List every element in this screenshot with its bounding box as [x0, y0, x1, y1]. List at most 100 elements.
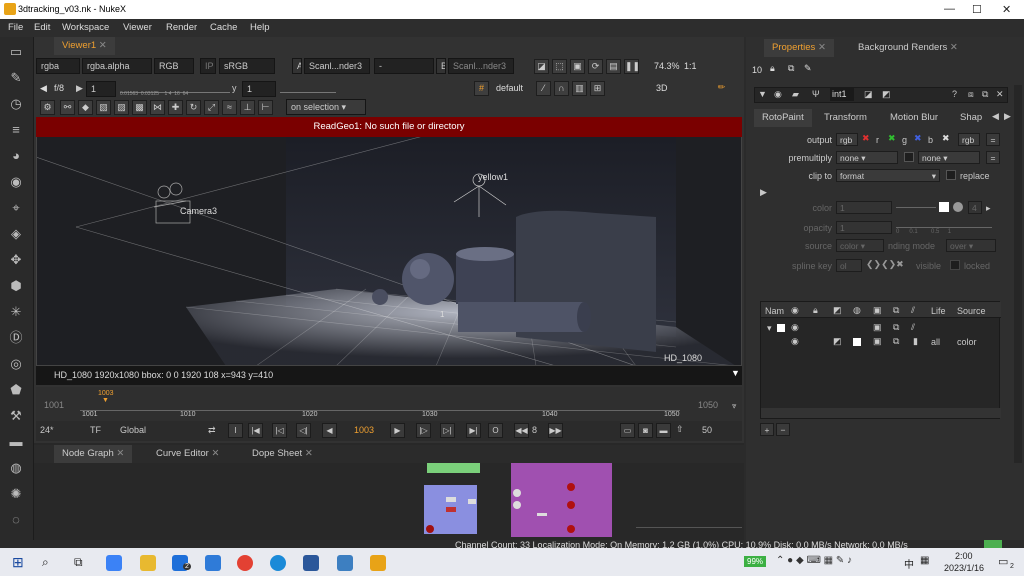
lut-select[interactable]: sRGB	[219, 58, 275, 74]
restore-icon[interactable]: ⧈	[968, 89, 974, 100]
tab-dope-sheet[interactable]: Dope Sheet ✕	[244, 445, 321, 463]
gamma-slider[interactable]	[280, 85, 336, 93]
skip-forward-button[interactable]: ▶▶	[548, 423, 563, 438]
color-channels-count[interactable]: 4	[968, 201, 982, 214]
task-view-icon[interactable]: ⧉	[74, 555, 83, 570]
tray-icons[interactable]: ⌃ ● ◆ ⌨ ▦ ✎ ♪	[776, 555, 852, 566]
tab-node-graph[interactable]: Node Graph ✕	[54, 445, 133, 463]
col-visible-eye-icon[interactable]: ◉	[791, 305, 799, 316]
skip-back-button[interactable]: ◀◀	[514, 423, 529, 438]
info-dropdown-icon[interactable]: ▼	[731, 368, 740, 378]
color-slider[interactable]	[896, 207, 936, 208]
play-forward-button[interactable]: ▶	[390, 423, 405, 438]
col-motion-icon[interactable]: ⫽	[911, 305, 915, 316]
frame-arrow[interactable]: ▶	[76, 83, 83, 94]
in-point-button[interactable]: I	[228, 423, 243, 438]
snap-icon[interactable]: ⋈	[150, 100, 165, 115]
edge-icon[interactable]	[270, 555, 286, 571]
shape-blend-icon[interactable]: ⧉	[893, 336, 899, 347]
tab-transform[interactable]: Transform	[816, 109, 875, 127]
draw-icon[interactable]: ✎	[7, 69, 25, 87]
refresh-icon[interactable]: ⟳	[588, 59, 603, 74]
layer-table-scrollbar[interactable]	[761, 408, 1001, 418]
opacity-slider[interactable]	[896, 227, 992, 228]
photos-icon[interactable]	[337, 555, 353, 571]
tab-properties[interactable]: Properties ✕	[764, 39, 834, 57]
toolsets-icon[interactable]: ⚒	[7, 407, 25, 425]
col-shape-icon[interactable]: ◩	[833, 305, 842, 316]
start-icon[interactable]: ⊞	[12, 554, 24, 571]
node-mask-icon[interactable]: Ψ	[812, 89, 820, 99]
ime-indicator[interactable]: 中	[904, 556, 914, 571]
prev-keyframe-button[interactable]: |◁	[272, 423, 287, 438]
scope-icon[interactable]: ⊞	[590, 81, 605, 96]
col-life[interactable]: Life	[931, 306, 946, 316]
select-object-icon[interactable]: ▩	[132, 100, 147, 115]
green-channel-icon[interactable]: ✖	[888, 133, 896, 144]
expand-toolbar-icon[interactable]: ▶	[760, 187, 767, 198]
node-viewer-icon[interactable]: ◉	[774, 89, 782, 100]
default-select[interactable]: default	[496, 83, 523, 93]
tab-motion-blur[interactable]: Motion Blur	[882, 109, 946, 127]
tab-shape[interactable]: Shap	[952, 109, 990, 127]
zoom-readout[interactable]: 74.3%	[654, 61, 680, 71]
feedback-icon[interactable]	[205, 555, 221, 571]
node-collapse-icon[interactable]: ▼	[758, 89, 767, 99]
keyer-icon[interactable]: ⌖	[7, 199, 25, 217]
proxy-icon[interactable]: ▤	[606, 59, 621, 74]
3d-viewport[interactable]: Camera3 yellow1 1 HD_1080	[36, 117, 742, 366]
export-icon[interactable]: ⇧	[676, 424, 684, 435]
step-size-input[interactable]: 8	[532, 425, 537, 435]
spline-key-input[interactable]: ol	[836, 259, 862, 272]
selection-mode-select[interactable]: on selection ▾	[286, 99, 366, 115]
alpha-channel-icon[interactable]: ✖	[942, 133, 950, 144]
display-channel-select[interactable]: RGB	[154, 58, 194, 74]
deep-icon[interactable]: Ⓓ	[7, 329, 25, 347]
max-panels-input[interactable]: 10	[752, 65, 762, 75]
overscan-icon[interactable]: ▣	[570, 59, 585, 74]
color-icon[interactable]: ◕	[7, 147, 25, 165]
premultiply-link-button[interactable]: =	[986, 151, 1000, 164]
ratio-readout[interactable]: 1:1	[684, 61, 697, 71]
particles-icon[interactable]: ✳	[7, 303, 25, 321]
backdrop-blue[interactable]	[424, 485, 477, 534]
blue-channel-icon[interactable]: ✖	[914, 133, 922, 144]
flipbook-icon[interactable]: ▭	[620, 423, 635, 438]
cache-icon[interactable]: ▬	[656, 423, 671, 438]
translate-icon[interactable]: ✚	[168, 100, 183, 115]
gamma-input[interactable]: 1	[242, 81, 276, 97]
menu-edit[interactable]: Edit	[34, 22, 50, 33]
metadata-icon[interactable]: ⬟	[7, 381, 25, 399]
link-icon[interactable]: ⚯	[60, 100, 75, 115]
timeline-end[interactable]: 1050	[698, 400, 718, 410]
wave-icon[interactable]: ≈	[222, 100, 237, 115]
menu-help[interactable]: Help	[250, 22, 270, 33]
wipe-icon[interactable]: ◪	[534, 59, 549, 74]
record-icon[interactable]: ◙	[638, 423, 653, 438]
curve-icon[interactable]: ∩	[554, 81, 569, 96]
layer-invert-icon[interactable]: ▣	[873, 322, 882, 333]
col-lock-icon[interactable]: 🔒︎	[813, 305, 818, 316]
premultiply-checkbox[interactable]	[904, 152, 914, 162]
col-color-wheel-icon[interactable]: ◍	[853, 305, 861, 316]
notification-icon[interactable]: ▭	[998, 555, 1008, 568]
timeline-start[interactable]: 1001	[44, 400, 64, 410]
help-icon[interactable]: ?	[952, 89, 957, 99]
color-expand-icon[interactable]: ▸	[986, 203, 991, 214]
close-node-icon[interactable]: ✕	[996, 89, 1004, 100]
3d-icon[interactable]: ⬢	[7, 277, 25, 295]
select-vertex-icon[interactable]: ◆	[78, 100, 93, 115]
fstop-value[interactable]: f/8	[54, 83, 64, 93]
close-button[interactable]: ✕	[1002, 3, 1011, 16]
maximize-button[interactable]: ☐	[972, 3, 982, 16]
properties-scrollbar[interactable]	[1014, 85, 1022, 463]
nuke-taskbar-icon[interactable]	[370, 555, 386, 571]
menu-render[interactable]: Render	[166, 22, 197, 33]
nuke-icon[interactable]: ◌	[7, 511, 25, 529]
backdrop-purple[interactable]	[511, 463, 612, 537]
tab-scroll-right-icon[interactable]: ▶	[1004, 111, 1011, 122]
paint-brush-icon[interactable]: ✏	[714, 81, 729, 96]
first-frame-button[interactable]: |◀	[248, 423, 263, 438]
output-rgb-select[interactable]: rgb	[958, 133, 980, 146]
clip-to-select[interactable]: format ▾	[836, 169, 940, 182]
